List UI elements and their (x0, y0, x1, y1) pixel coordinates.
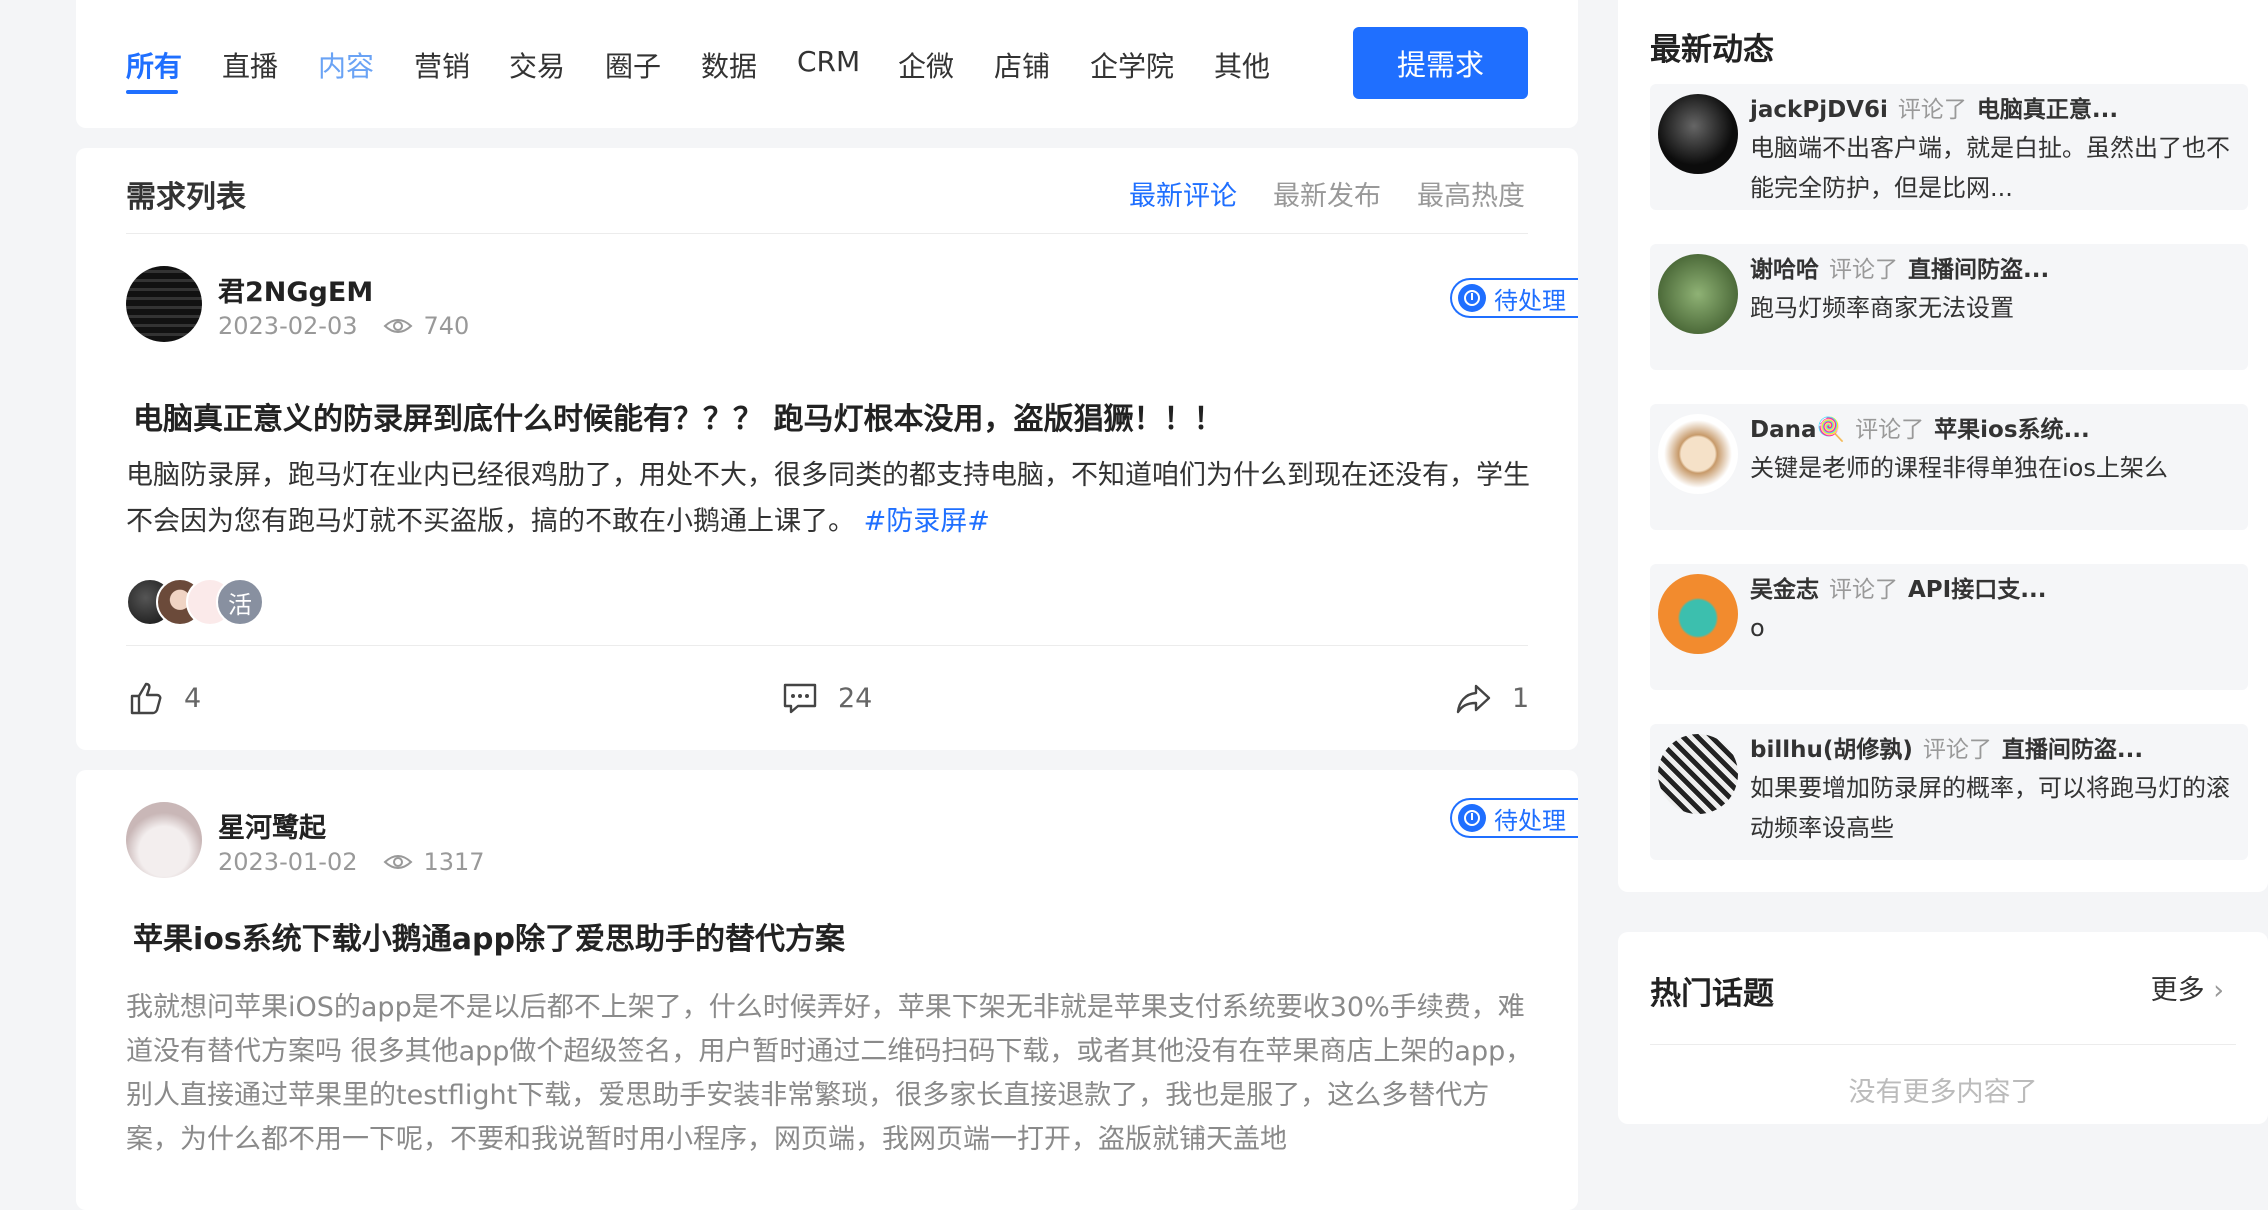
avatar[interactable] (126, 802, 202, 878)
post-title[interactable]: 苹果ios系统下载小鹅通app除了爱思助手的替代方案 (133, 914, 845, 958)
activity-verb: 评论了 (1829, 257, 1898, 283)
eye-icon (384, 319, 413, 333)
activity-comment: 跑马灯频率商家无法设置 (1750, 294, 2014, 322)
activity-user[interactable]: Dana🍭 (1750, 417, 1845, 443)
activity-verb: 评论了 (1922, 737, 1992, 763)
chevron-right-icon: › (2213, 975, 2224, 1006)
sort-latest-publish[interactable]: 最新发布 (1273, 174, 1381, 213)
category-tab-bar: 所有 直播 内容 营销 交易 圈子 数据 CRM 企微 店铺 企学院 其他 提需… (76, 0, 1578, 128)
activity-item[interactable]: billhu(胡修孰) 评论了 直播间防盗... 如果要增加防录屏的概率，可以将跑马… (1650, 724, 2248, 860)
hashtag-link[interactable]: #防录屏# (864, 506, 990, 537)
view-count: 1317 (423, 848, 485, 876)
activity-user[interactable]: jackPjDV6i (1750, 97, 1888, 123)
status-label: 待处理 (1494, 806, 1566, 835)
sort-hottest[interactable]: 最高热度 (1417, 174, 1525, 213)
activity-item[interactable]: Dana🍭 评论了 苹果ios系统... 关键是老师的课程非得单独在ios上架么 (1650, 404, 2248, 530)
activity-item[interactable]: 吴金志 评论了 API接口支... o (1650, 564, 2248, 690)
avatar[interactable] (1658, 734, 1738, 814)
share-button[interactable]: 1 (1454, 678, 1529, 718)
activity-comment: 电脑端不出客户端，就是白扯。虽然出了也不能完全防护，但是比网... (1750, 134, 2230, 202)
activity-target[interactable]: API接口支... (1908, 577, 2046, 603)
share-count: 1 (1512, 682, 1530, 714)
clock-icon (1458, 284, 1486, 312)
post-date: 2023-01-02 (218, 848, 358, 876)
divider (126, 233, 1528, 234)
post-author[interactable]: 君2NGgEM (218, 270, 373, 309)
activity-title: 最新动态 (1650, 32, 1774, 68)
activity-item[interactable]: 谢哈哈 评论了 直播间防盗... 跑马灯频率商家无法设置 (1650, 244, 2248, 370)
post-author[interactable]: 星河鹭起 (218, 806, 326, 845)
more-label: 更多 (2150, 975, 2205, 1006)
avatar[interactable] (1658, 254, 1738, 334)
comment-count: 24 (838, 682, 873, 714)
tab-crm[interactable]: CRM (797, 45, 860, 78)
hot-topics-title: 热门话题 (1650, 976, 1774, 1012)
request-list-title: 需求列表 (126, 180, 246, 215)
activity-verb: 评论了 (1897, 97, 1967, 123)
status-badge: 待处理 (1450, 798, 1578, 838)
submit-request-button[interactable]: 提需求 (1353, 27, 1528, 99)
post-title[interactable]: 电脑真正意义的防录屏到底什么时候能有？？？ 跑马灯根本没用，盗版猖獗！！！ (133, 394, 1223, 438)
activity-target[interactable]: 电脑真正意... (1977, 97, 2118, 123)
activity-user[interactable]: billhu(胡修孰) (1750, 737, 1913, 763)
tab-all[interactable]: 所有 (126, 45, 182, 85)
avatar[interactable] (126, 266, 202, 342)
activity-comment: 关键是老师的课程非得单独在ios上架么 (1750, 454, 2168, 482)
activity-comment: 如果要增加防录屏的概率，可以将跑马灯的滚动频率设高些 (1750, 774, 2230, 842)
share-icon (1456, 684, 1491, 714)
divider (126, 645, 1528, 646)
activity-target[interactable]: 直播间防盗... (2002, 737, 2143, 763)
participant-more-avatar[interactable]: 活 (216, 578, 264, 626)
activity-item[interactable]: jackPjDV6i 评论了 电脑真正意... 电脑端不出客户端，就是白扯。虽然出了… (1650, 84, 2248, 210)
more-topics-link[interactable]: 更多 › (2151, 968, 2224, 1007)
post-meta: 2023-01-02 1317 (218, 848, 485, 876)
tab-data[interactable]: 数据 (701, 45, 757, 85)
like-button[interactable]: 4 (126, 678, 201, 718)
activity-target[interactable]: 苹果ios系统... (1934, 417, 2090, 443)
hot-topics-panel: 热门话题 更多 › 没有更多内容了 (1618, 932, 2268, 1124)
request-list-card: 需求列表 最新评论 最新发布 最高热度 君2NGgEM 2023-02-03 7… (76, 148, 1578, 750)
avatar[interactable] (1658, 414, 1738, 494)
post-body[interactable]: 电脑防录屏，跑马灯在业内已经很鸡肋了，用处不大，很多同类的都支持电脑，不知道咱们… (126, 453, 1536, 545)
post-date: 2023-02-03 (218, 312, 358, 340)
empty-state-text: 没有更多内容了 (1848, 1077, 2038, 1108)
request-post-card: 星河鹭起 2023-01-02 1317 待处理 苹果ios系统下载小鹅通app… (76, 770, 1578, 1210)
activity-target[interactable]: 直播间防盗... (1908, 257, 2049, 283)
thumbs-up-icon (130, 682, 162, 715)
avatar[interactable] (1658, 574, 1738, 654)
tab-trade[interactable]: 交易 (509, 45, 565, 85)
activity-verb: 评论了 (1855, 417, 1925, 443)
activity-user[interactable]: 谢哈哈 (1750, 257, 1819, 283)
comment-icon (783, 683, 817, 714)
tab-live[interactable]: 直播 (222, 45, 278, 85)
tab-wecom[interactable]: 企微 (898, 45, 954, 85)
tab-circle[interactable]: 圈子 (605, 45, 661, 85)
eye-icon (384, 855, 413, 869)
activity-verb: 评论了 (1829, 577, 1898, 603)
activity-user[interactable]: 吴金志 (1750, 577, 1819, 603)
comment-button[interactable]: 24 (780, 678, 872, 718)
avatar[interactable] (1658, 94, 1738, 174)
post-body-text: 电脑防录屏，跑马灯在业内已经很鸡肋了，用处不大，很多同类的都支持电脑，不知道咱们… (126, 460, 1530, 537)
status-badge: 待处理 (1450, 278, 1578, 318)
status-label: 待处理 (1494, 286, 1566, 315)
sort-latest-comment[interactable]: 最新评论 (1129, 174, 1237, 213)
post-meta: 2023-02-03 740 (218, 312, 469, 340)
activity-comment: o (1750, 614, 1765, 642)
divider (1650, 1044, 2236, 1045)
tab-marketing[interactable]: 营销 (414, 45, 470, 85)
tab-academy[interactable]: 企学院 (1090, 45, 1174, 85)
tab-other[interactable]: 其他 (1214, 45, 1270, 85)
clock-icon (1458, 804, 1486, 832)
view-count: 740 (423, 312, 470, 340)
active-tab-indicator (126, 90, 178, 94)
like-count: 4 (184, 682, 202, 714)
tab-content[interactable]: 内容 (318, 45, 374, 85)
tab-store[interactable]: 店铺 (994, 45, 1050, 85)
post-body[interactable]: 我就想问苹果iOS的app是不是以后都不上架了，什么时候弄好，苹果下架无非就是苹… (126, 986, 1536, 1162)
latest-activity-panel: 最新动态 jackPjDV6i 评论了 电脑真正意... 电脑端不出客户端，就是白扯… (1618, 0, 2268, 892)
